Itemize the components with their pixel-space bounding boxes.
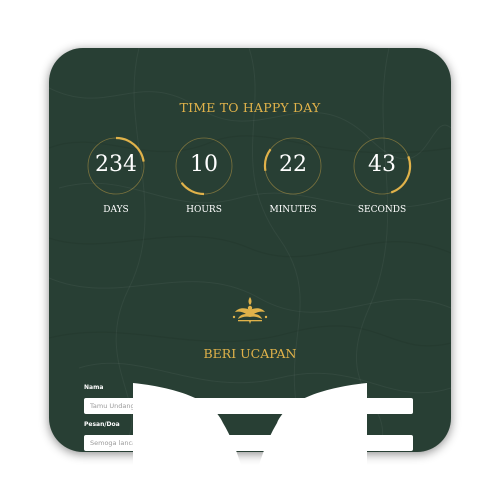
seconds-value: 43	[368, 152, 396, 177]
hours-value: 10	[190, 152, 218, 177]
countdown-hours: 10 HOURS	[174, 136, 234, 215]
days-value: 234	[95, 152, 137, 177]
days-label: DAYS	[103, 205, 129, 215]
hours-label: HOURS	[186, 205, 222, 215]
curtain-overlay	[133, 383, 367, 500]
countdown-minutes: 22 MINUTES	[263, 136, 323, 215]
minutes-label: MINUTES	[269, 205, 317, 215]
countdown-seconds: 43 SECONDS	[352, 136, 412, 215]
seconds-label: SECONDS	[357, 205, 407, 215]
floral-ornament-icon	[232, 297, 268, 324]
countdown-title: TIME TO HAPPY DAY	[179, 100, 321, 115]
name-field-label: Nama	[84, 384, 104, 391]
countdown-days: 234 DAYS	[86, 136, 146, 215]
message-field-label: Pesan/Doa	[84, 421, 120, 428]
minutes-value: 22	[279, 152, 307, 177]
wishes-title: BERI UCAPAN	[203, 346, 297, 361]
